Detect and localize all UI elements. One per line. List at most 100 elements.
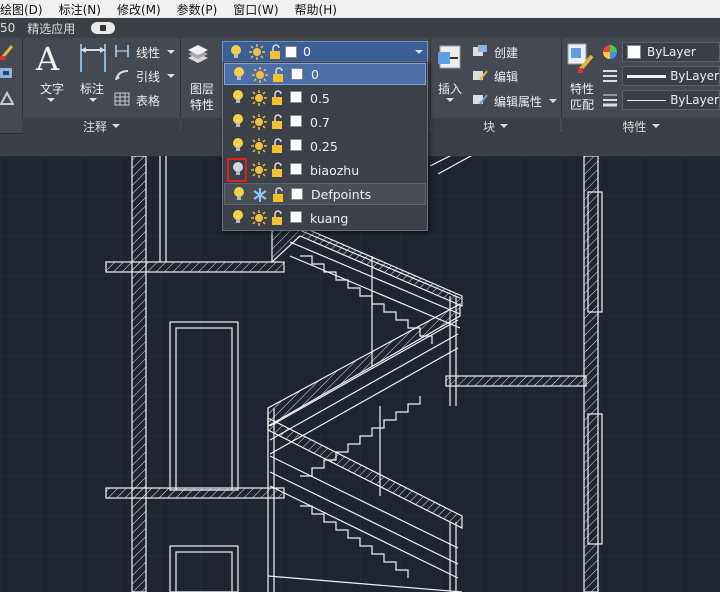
layer-color-swatch[interactable] (290, 163, 302, 175)
layer-item[interactable]: 0.5 (224, 87, 426, 109)
layer-dropdown-arrow-icon[interactable] (415, 50, 423, 54)
layer-color-swatch[interactable] (290, 115, 302, 127)
properties-expand-icon[interactable] (651, 124, 660, 128)
annotation-expand-icon[interactable] (112, 124, 120, 128)
layer-item[interactable]: Defpoints (224, 183, 426, 205)
layer-thaw-icon[interactable] (251, 90, 267, 106)
create-block-label[interactable]: 创建 (494, 44, 518, 61)
layer-on-icon[interactable] (231, 209, 245, 225)
layer-properties-label-1[interactable]: 图层 (190, 80, 214, 97)
menu-dimension[interactable]: 标注(N) (51, 1, 109, 18)
layer-color-swatch[interactable] (291, 68, 303, 80)
layer-color-swatch[interactable] (290, 139, 302, 151)
linetype-dropdown[interactable]: ByLayer (622, 66, 720, 86)
layer-unlock-icon[interactable] (272, 67, 286, 83)
layer-unlock-icon[interactable] (272, 187, 286, 203)
block-expand-icon[interactable] (500, 124, 508, 128)
text-dropdown-icon[interactable] (47, 98, 55, 102)
tab-partial[interactable]: 50 (0, 21, 21, 35)
leader-dropdown-icon[interactable] (167, 74, 175, 78)
linear-icon[interactable] (114, 44, 130, 58)
insert-dropdown-icon[interactable] (446, 98, 454, 102)
layer-item[interactable]: biaozhu (224, 158, 426, 182)
lineweight-icon[interactable] (602, 92, 618, 108)
layer-name: kuang (310, 210, 349, 226)
layer-unlock-icon[interactable] (271, 90, 285, 106)
layer-unlock-icon[interactable] (271, 114, 285, 130)
edit-block-label[interactable]: 编辑 (494, 68, 518, 85)
color-value: ByLayer (647, 45, 696, 59)
leader-button-label[interactable]: 引线 (136, 68, 160, 85)
layer-dropdown[interactable]: 0 (222, 41, 428, 62)
layer-unlock-icon[interactable] (271, 162, 285, 178)
layer-thaw-icon[interactable] (251, 162, 267, 178)
layer-item[interactable]: 0 (224, 63, 426, 85)
layer-name: biaozhu (310, 162, 360, 178)
layer-thaw-icon[interactable] (251, 138, 267, 154)
layer-color-swatch[interactable] (291, 188, 303, 200)
edit-block-icon[interactable] (472, 68, 488, 82)
layer-on-icon[interactable] (232, 186, 246, 202)
modify-tool-icon[interactable] (0, 66, 14, 82)
tab-toggle-icon[interactable] (91, 22, 116, 34)
dimension-icon[interactable] (78, 42, 108, 74)
table-icon[interactable] (114, 92, 130, 106)
tab-featured-apps[interactable]: 精选应用 (21, 20, 81, 37)
layer-item[interactable]: 0.25 (224, 135, 426, 157)
text-button-label[interactable]: 文字 (40, 80, 64, 97)
edit-attributes-dropdown-icon[interactable] (549, 99, 557, 103)
layer-name: 0.25 (310, 138, 338, 154)
color-dropdown[interactable]: ByLayer (622, 42, 720, 62)
linear-dropdown-icon[interactable] (167, 50, 175, 54)
draw-tool-icon[interactable] (0, 42, 14, 60)
layer-thaw-icon[interactable] (251, 114, 267, 130)
match-properties-icon[interactable] (566, 42, 594, 74)
properties-panel-footer[interactable]: 特性 (562, 118, 720, 134)
layer-unlock-icon[interactable] (271, 138, 285, 154)
insert-icon[interactable] (436, 42, 464, 72)
layer-name: 0.7 (310, 114, 330, 130)
layer-color-swatch (285, 46, 297, 58)
menu-window[interactable]: 窗口(W) (225, 1, 286, 18)
layer-color-swatch[interactable] (290, 91, 302, 103)
properties-panel-title: 特性 (622, 119, 647, 134)
leader-icon[interactable] (114, 68, 130, 82)
layer-on-icon[interactable] (232, 66, 246, 82)
layer-properties-label-2[interactable]: 特性 (190, 96, 214, 113)
text-icon[interactable]: A (36, 40, 59, 78)
color-wheel-icon[interactable] (602, 44, 618, 60)
dimension-dropdown-icon[interactable] (89, 98, 97, 102)
layer-on-icon[interactable] (231, 89, 245, 105)
modify-tool-icon-2[interactable] (0, 90, 14, 106)
layer-on-icon[interactable] (231, 113, 245, 129)
layer-item[interactable]: kuang (224, 207, 426, 229)
edit-attributes-label[interactable]: 编辑属性 (494, 93, 542, 110)
create-block-icon[interactable] (472, 44, 488, 58)
annotation-panel-footer[interactable]: 注释 (23, 118, 180, 134)
linear-button-label[interactable]: 线性 (136, 44, 160, 61)
match-properties-label-1[interactable]: 特性 (570, 80, 594, 97)
color-swatch (627, 45, 641, 59)
block-panel-footer[interactable]: 块 (431, 118, 560, 134)
layer-thaw-icon[interactable] (251, 210, 267, 226)
layer-freeze-icon[interactable] (252, 187, 267, 203)
layer-item[interactable]: 0.7 (224, 111, 426, 133)
linetype-icon[interactable] (602, 68, 618, 84)
menu-modify[interactable]: 修改(M) (109, 1, 169, 18)
layer-on-icon[interactable] (231, 137, 245, 153)
match-properties-label-2[interactable]: 匹配 (570, 96, 594, 113)
insert-button-label[interactable]: 插入 (438, 80, 462, 97)
menu-parametric[interactable]: 参数(P) (169, 1, 226, 18)
menu-draw[interactable]: 绘图(D) (0, 1, 51, 18)
layer-color-swatch[interactable] (290, 211, 302, 223)
dimension-button-label[interactable]: 标注 (80, 80, 104, 97)
layer-unlock-icon[interactable] (271, 210, 285, 226)
ribbon-tab-row: 50 精选应用 (0, 18, 720, 38)
block-panel-title: 块 (482, 119, 495, 134)
table-button-label[interactable]: 表格 (136, 92, 160, 109)
layer-thaw-icon[interactable] (252, 67, 268, 83)
lineweight-dropdown[interactable]: ByLayer (622, 90, 720, 110)
menu-help[interactable]: 帮助(H) (287, 1, 345, 18)
layer-properties-icon[interactable] (186, 44, 210, 68)
edit-attributes-icon[interactable] (472, 92, 488, 106)
